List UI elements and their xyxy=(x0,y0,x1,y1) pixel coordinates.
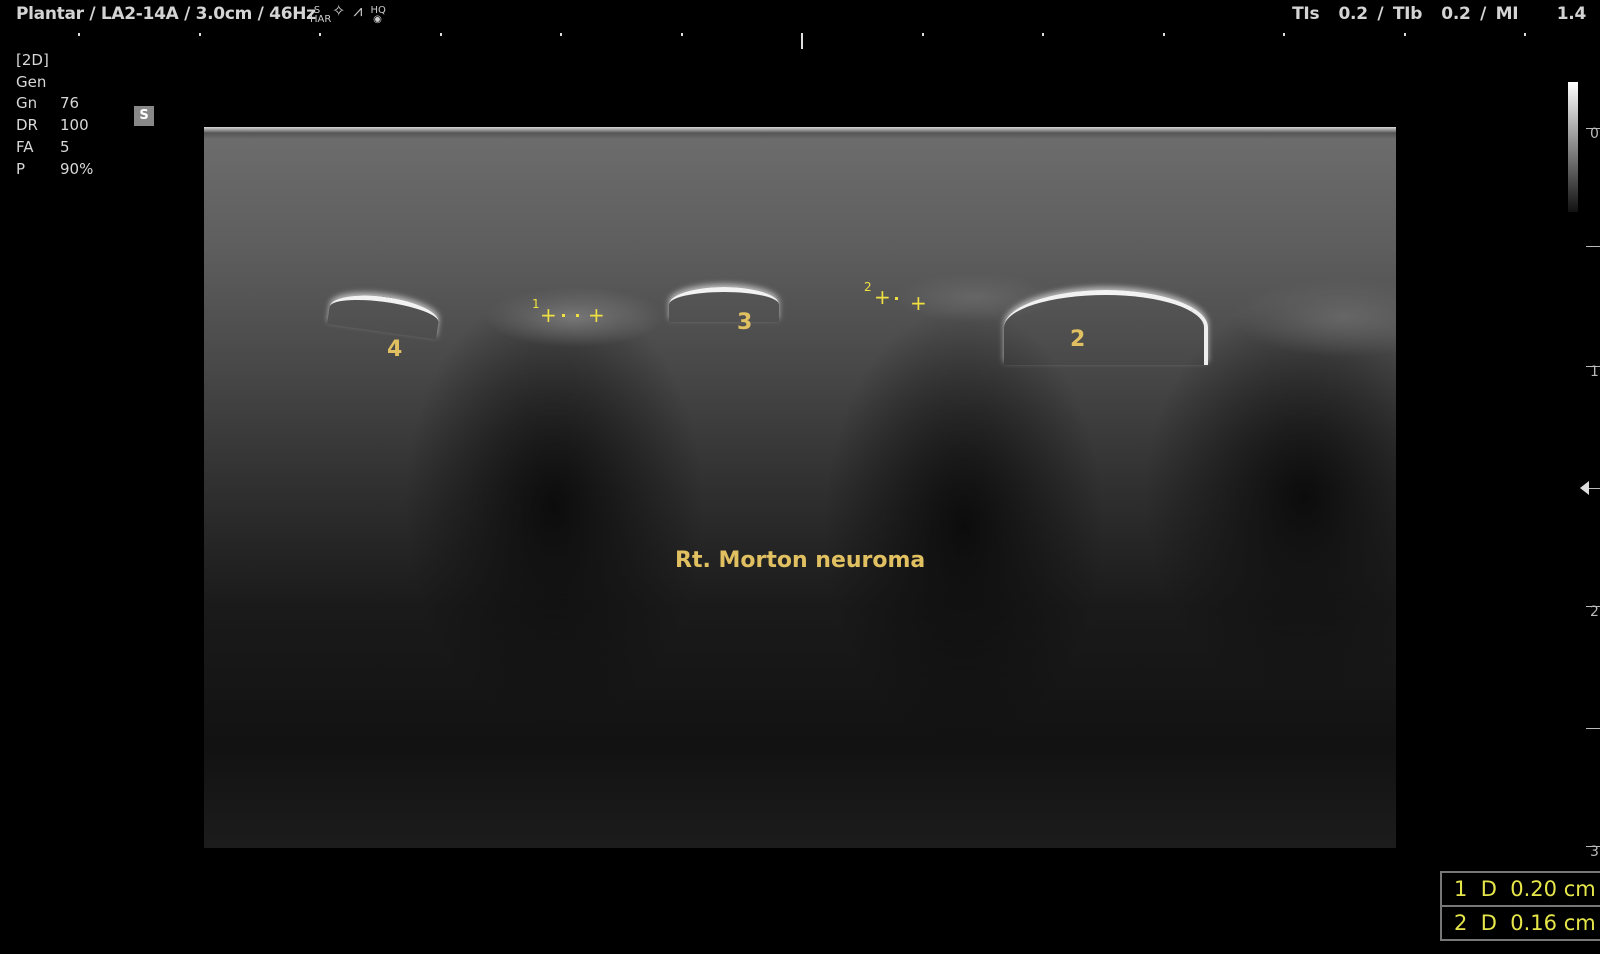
measurement-results: 1 D 0.20 cm 2 D 0.16 cm xyxy=(1440,871,1600,941)
metatarsal-head-4 xyxy=(327,289,441,340)
measurement-row: 1 D 0.20 cm xyxy=(1442,873,1600,905)
bone-label-3: 3 xyxy=(737,310,753,335)
param-value: 76 xyxy=(60,94,80,113)
measurement-type: D xyxy=(1480,911,1497,935)
lateral-tick xyxy=(1162,33,1165,36)
measurement-value: 0.20 cm xyxy=(1510,877,1596,901)
depth-label: 2 xyxy=(1590,604,1599,620)
metatarsal-head-3 xyxy=(669,287,779,322)
hq-icon: HQ ◉ xyxy=(370,5,386,25)
imaging-parameters: [2D] Gen Gn 76 DR 100 FA 5 P 90% xyxy=(16,50,93,180)
lateral-tick xyxy=(680,33,683,36)
metatarsal-head-2 xyxy=(1004,290,1208,365)
param-key: P xyxy=(16,159,26,178)
thermal-index-header: TIs 0.2 / TIb 0.2 / MI 1.4 xyxy=(1292,4,1586,24)
lateral-tick xyxy=(319,33,321,36)
lateral-tick xyxy=(560,33,562,36)
lateral-tick xyxy=(1524,33,1526,36)
measurement-id: 1 xyxy=(1454,877,1468,901)
ultrasound-image: 4 3 2 1 + + 2 + + xyxy=(204,127,1396,848)
measurement-id: 2 xyxy=(1454,911,1468,935)
param-key: DR xyxy=(16,116,38,135)
lateral-tick xyxy=(1403,33,1406,36)
caliper-number-1: 1 xyxy=(532,297,540,311)
exam-header: Plantar / LA2-14A / 3.0cm / 46Hz xyxy=(16,4,316,24)
mode-label: [2D] xyxy=(16,51,49,69)
depth-tick xyxy=(1586,246,1600,247)
lateral-tick xyxy=(801,33,803,49)
s-badge: S xyxy=(134,106,154,126)
caliper-dot xyxy=(576,314,579,317)
param-value: 90% xyxy=(60,159,94,178)
preset-label: Gen xyxy=(16,72,47,91)
measurement-value: 0.16 cm xyxy=(1510,911,1596,935)
measurement-row: 2 D 0.16 cm xyxy=(1442,905,1600,939)
lateral-tick xyxy=(198,33,201,36)
caliper-cross-icon[interactable]: + xyxy=(588,305,605,325)
caliper-number-2: 2 xyxy=(864,280,872,294)
grayscale-bar xyxy=(1568,82,1578,212)
lateral-tick xyxy=(439,33,442,36)
caliper-cross-icon[interactable]: + xyxy=(540,305,557,325)
lateral-tick xyxy=(78,33,80,36)
param-value: 100 xyxy=(60,116,89,135)
depth-label: 3 xyxy=(1590,844,1599,860)
bone-label-2: 2 xyxy=(1070,327,1086,352)
param-key: Gn xyxy=(16,94,38,113)
bone-label-4: 4 xyxy=(387,337,403,362)
focus-marker-icon[interactable] xyxy=(1580,481,1589,495)
depth-label: 1 xyxy=(1590,364,1599,380)
caliper-dot xyxy=(562,314,565,317)
param-key: FA xyxy=(16,137,34,156)
beam-icon: ⩘ xyxy=(353,1,363,20)
caliper-cross-icon[interactable]: + xyxy=(874,287,891,307)
lateral-tick xyxy=(921,33,924,36)
lateral-tick xyxy=(1283,33,1285,36)
depth-label: 0 xyxy=(1590,126,1599,142)
image-annotation: Rt. Morton neuroma xyxy=(675,548,926,573)
lateral-scale xyxy=(0,33,1600,49)
param-value: 5 xyxy=(60,137,70,156)
measurement-type: D xyxy=(1480,877,1497,901)
caliper-dot xyxy=(895,297,898,300)
mode-icons: S HAR ✧ ⩘ HQ ◉ xyxy=(310,1,386,25)
depth-tick xyxy=(1586,728,1600,729)
caliper-cross-icon[interactable]: + xyxy=(910,293,927,313)
lateral-tick xyxy=(1042,33,1044,36)
crystal-icon: ✧ xyxy=(332,1,346,20)
s-har-icon: S HAR xyxy=(310,5,332,25)
